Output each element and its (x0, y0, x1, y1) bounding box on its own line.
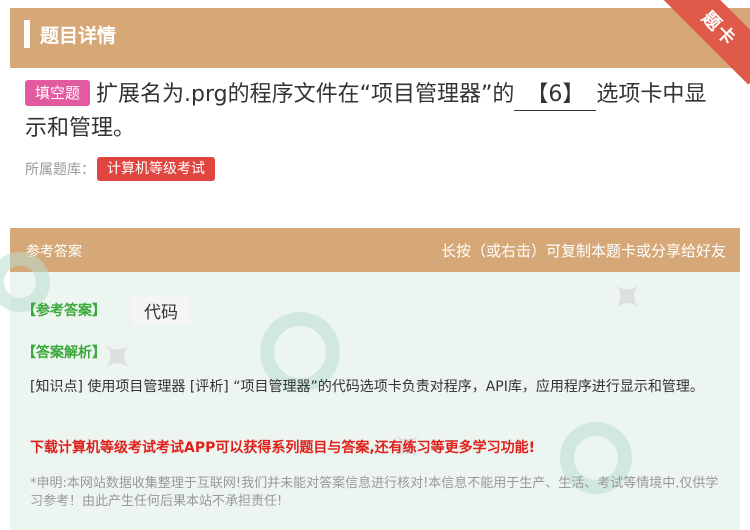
question-text: 填空题 扩展名为.prg的程序文件在“项目管理器”的 【6】 选项卡中显示和管理。 (25, 78, 725, 146)
disclaimer-text: *申明:本网站数据收集整理于互联网!我们并未能对答案信息进行核对!本信息不能用于… (30, 476, 719, 509)
answer-label: 【参考答案】 (22, 303, 106, 319)
answer-header-title: 参考答案 (26, 244, 82, 260)
question-text-before: 扩展名为.prg的程序文件在“项目管理器”的 (96, 82, 515, 107)
question-bank-row: 所属题库： 计算机等级考试 (25, 157, 215, 181)
answer-value: 代码 (132, 296, 190, 325)
page-title: 题目详情 (40, 25, 117, 47)
title-bar (10, 8, 750, 68)
question-blank: 【6】 (514, 80, 597, 111)
answer-header: 参考答案 长按（或右击）可复制本题卡或分享给好友 (10, 228, 740, 272)
app-download-promo[interactable]: 下载计算机等级考试考试APP可以获得系列题目与答案,还有练习等更多学习功能! (30, 437, 535, 457)
question-bank-label: 所属题库： (25, 162, 95, 178)
question-type-tag: 填空题 (25, 80, 91, 106)
title-accent-bar (24, 20, 30, 48)
explanation-label: 【答案解析】 (22, 345, 106, 361)
question-bank-tag[interactable]: 计算机等级考试 (97, 157, 215, 181)
share-hint: 长按（或右击）可复制本题卡或分享给好友 (440, 242, 726, 260)
explanation-text: [知识点] 使用项目管理器 [评析] “项目管理器”的代码选项卡负责对程序，AP… (30, 379, 704, 395)
